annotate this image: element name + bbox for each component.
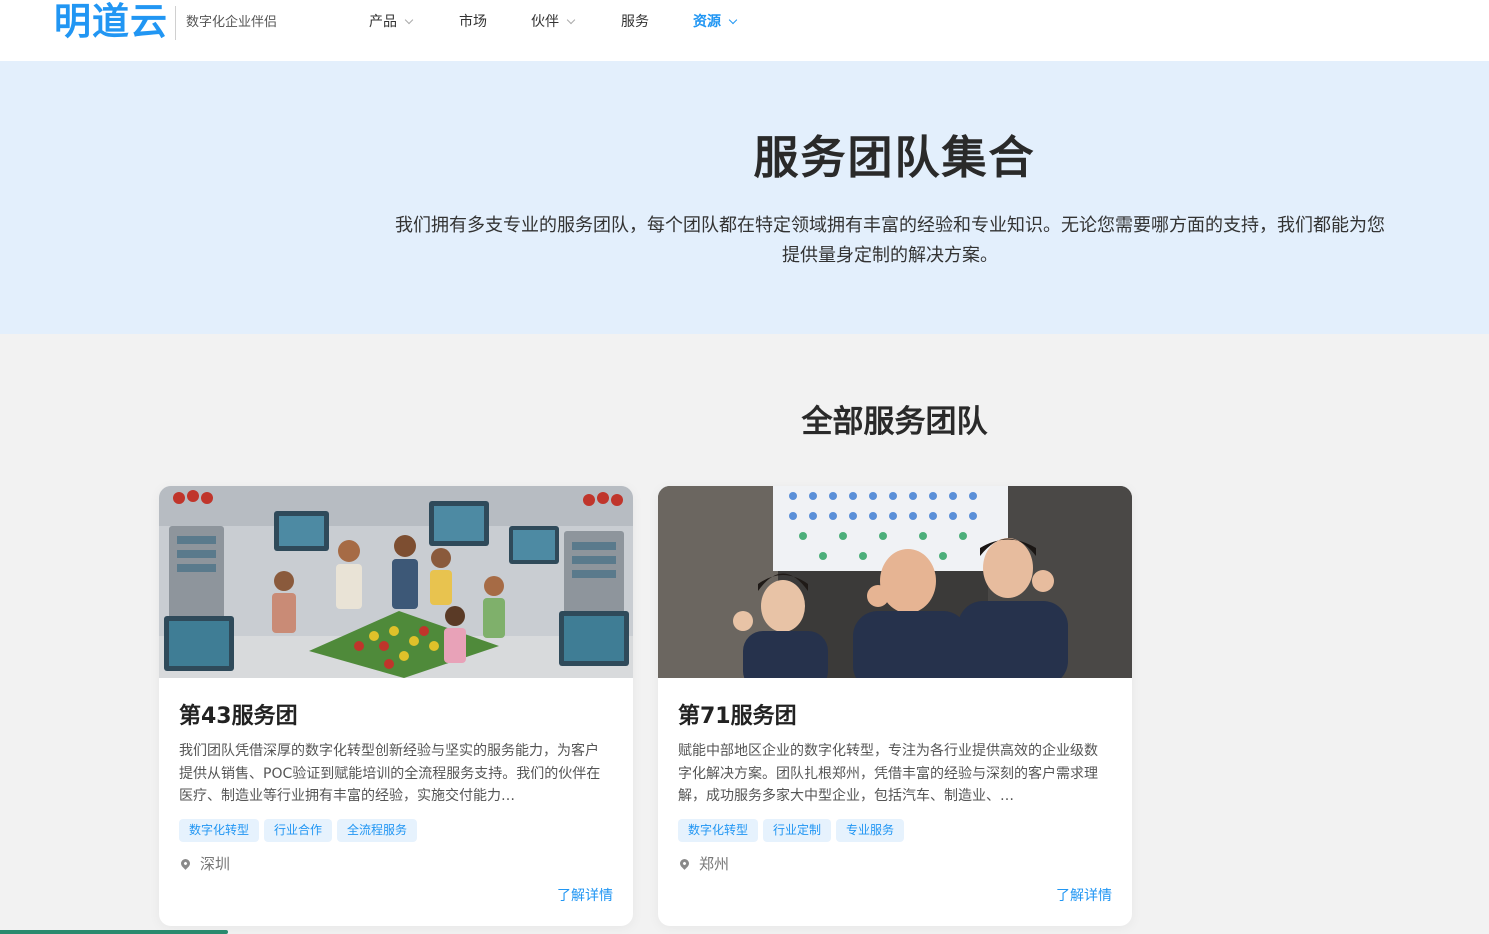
nav-item-label: 资源 — [693, 14, 721, 30]
tag: 行业合作 — [264, 819, 333, 842]
hero-banner: 服务团队集合 我们拥有多支专业的服务团队，每个团队都在特定领域拥有丰富的经验和专… — [0, 61, 1489, 334]
team-card[interactable]: 第71服务团 赋能中部地区企业的数字化转型，专注为各行业提供高效的企业级数字化解… — [658, 486, 1132, 926]
team-illustration — [159, 486, 633, 678]
tag: 数字化转型 — [678, 819, 759, 842]
team-card-title[interactable]: 第71服务团 — [678, 702, 797, 732]
brand-tagline: 数字化企业伴侣 — [186, 15, 278, 30]
loading-progress-bar — [0, 930, 228, 934]
logo-divider — [175, 6, 176, 40]
nav-item-label: 产品 — [369, 14, 397, 30]
location-pin-icon — [179, 857, 192, 870]
tag: 全流程服务 — [337, 819, 418, 842]
team-card-location: 深圳 — [179, 854, 231, 874]
team-card-description: 我们团队凭借深厚的数字化转型创新经验与坚实的服务能力，为客户提供从销售、POC验… — [179, 743, 601, 805]
section-title: 全部服务团队 — [801, 404, 988, 440]
chevron-down-icon — [404, 15, 414, 25]
tag: 数字化转型 — [179, 819, 260, 842]
learn-more-link[interactable]: 了解详情 — [1056, 886, 1112, 906]
brand-logo[interactable]: 明道云 — [54, 2, 168, 42]
tag: 行业定制 — [763, 819, 832, 842]
nav-item-products[interactable]: 产品 — [369, 13, 414, 31]
team-card-title[interactable]: 第43服务团 — [179, 702, 298, 732]
nav-item-label: 伙伴 — [531, 14, 559, 30]
nav-item-partners[interactable]: 伙伴 — [531, 13, 576, 31]
nav-item-label: 服务 — [621, 14, 649, 30]
team-card-description: 赋能中部地区企业的数字化转型，专注为各行业提供高效的企业级数字化解决方案。团队扎… — [678, 743, 1098, 805]
team-card-image — [658, 486, 1132, 678]
location-pin-icon — [678, 857, 691, 870]
learn-more-link[interactable]: 了解详情 — [557, 886, 613, 906]
nav-item-market[interactable]: 市场 — [459, 13, 487, 31]
team-card[interactable]: 第43服务团 我们团队凭借深厚的数字化转型创新经验与坚实的服务能力，为客户提供从… — [159, 486, 633, 926]
nav-item-resources[interactable]: 资源 — [693, 13, 738, 31]
top-navigation-bar: 明道云 数字化企业伴侣 产品 市场 伙伴 服务 资源 — [0, 0, 1489, 61]
chevron-down-icon — [728, 15, 738, 25]
team-card-tags: 数字化转型 行业合作 全流程服务 — [179, 819, 422, 842]
location-label: 郑州 — [699, 855, 730, 873]
team-photo — [658, 486, 1132, 678]
team-card-location: 郑州 — [678, 854, 730, 874]
chevron-down-icon — [566, 15, 576, 25]
team-card-image — [159, 486, 633, 678]
nav-item-services[interactable]: 服务 — [621, 13, 649, 31]
hero-description: 我们拥有多支专业的服务团队，每个团队都在特定领域拥有丰富的经验和专业知识。无论您… — [395, 215, 1385, 266]
location-label: 深圳 — [200, 855, 231, 873]
page-title: 服务团队集合 — [753, 131, 1036, 184]
tag: 专业服务 — [836, 819, 905, 842]
nav-item-label: 市场 — [459, 14, 487, 30]
team-card-tags: 数字化转型 行业定制 专业服务 — [678, 819, 909, 842]
